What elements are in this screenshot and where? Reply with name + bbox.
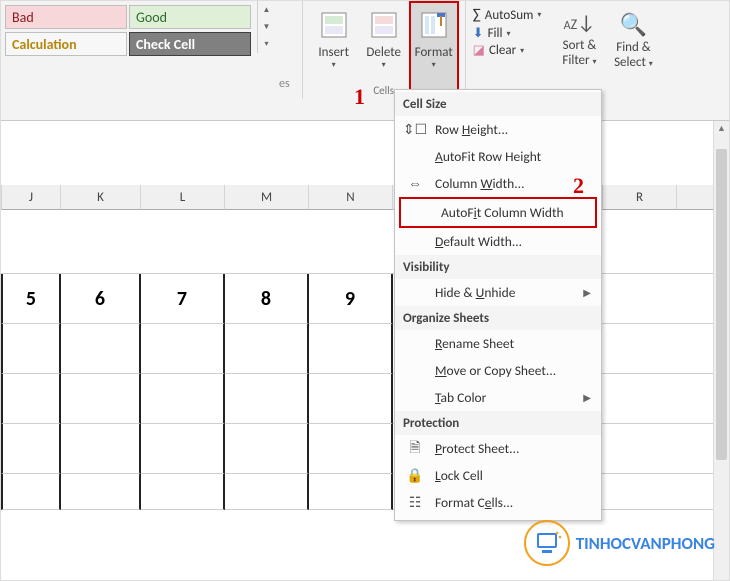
- style-calculation[interactable]: Calculation: [5, 32, 127, 56]
- cells-group: Insert ▾ Delete ▾ Format ▾ Cells: [302, 1, 466, 99]
- scrollbar-thumb[interactable]: [716, 149, 727, 460]
- protect-sheet-icon: 🗎: [405, 441, 425, 457]
- chevron-down-icon: ▼: [263, 22, 271, 32]
- menu-autofit-row-height[interactable]: AutoFit Row Height: [395, 143, 601, 170]
- col-header-R[interactable]: R: [603, 185, 677, 210]
- annotation-1: 1: [354, 84, 365, 110]
- menu-header-visibility: Visibility: [395, 255, 601, 279]
- empty-row[interactable]: [1, 374, 729, 424]
- ribbon-area: Bad Good Calculation Check Cell ▲ ▼ ▾ es…: [1, 1, 729, 121]
- cell[interactable]: 6: [61, 274, 141, 324]
- menu-move-copy-sheet[interactable]: Move or Copy Sheet...: [395, 357, 601, 384]
- vertical-scrollbar[interactable]: ▲: [713, 121, 729, 580]
- column-headers[interactable]: J K L M N R: [1, 185, 729, 210]
- cell[interactable]: 8: [225, 274, 309, 324]
- format-dropdown-menu: Cell Size ⇕☐ Row Height... AutoFit Row H…: [394, 89, 602, 521]
- chevron-right-icon: ▶: [583, 391, 591, 404]
- insert-cells-icon: [316, 7, 352, 43]
- data-row-values[interactable]: 5 6 7 8 9: [1, 274, 729, 324]
- fill-down-icon: ⬇: [473, 26, 484, 41]
- more-icon: ▾: [264, 39, 268, 49]
- clear-eraser-icon: ◪: [473, 43, 485, 58]
- watermark-icon: [524, 520, 570, 566]
- menu-default-width[interactable]: Default Width...: [395, 228, 601, 255]
- empty-row[interactable]: [1, 474, 729, 510]
- chevron-down-icon: ▾: [359, 60, 409, 70]
- menu-hide-unhide[interactable]: Hide & Unhide ▶: [395, 279, 601, 306]
- styles-group-label: es: [275, 1, 290, 91]
- clear-button[interactable]: ◪ Clear ▾: [470, 42, 545, 59]
- menu-tab-color[interactable]: Tab Color ▶: [395, 384, 601, 411]
- cell[interactable]: 9: [309, 274, 393, 324]
- chevron-down-icon: ▾: [507, 29, 511, 39]
- chevron-right-icon: ▶: [583, 286, 591, 299]
- find-select-button[interactable]: 🔍 Find & Select ▾: [606, 5, 660, 70]
- col-header-N[interactable]: N: [309, 185, 393, 210]
- menu-row-height[interactable]: ⇕☐ Row Height...: [395, 116, 601, 143]
- chevron-up-icon: ▲: [263, 5, 271, 15]
- chevron-down-icon: ▾: [537, 10, 541, 20]
- col-header-blank[interactable]: [677, 185, 717, 210]
- menu-format-cells[interactable]: ☷ Format Cells...: [395, 489, 601, 516]
- format-cells-icon: [416, 7, 452, 43]
- cell[interactable]: 5: [1, 274, 61, 324]
- cells-group-label: Cells: [373, 84, 394, 97]
- menu-header-cell-size: Cell Size: [395, 92, 601, 116]
- chevron-down-icon: ▾: [309, 60, 359, 70]
- editing-group: ∑ AutoSum ▾ ⬇ Fill ▾ ◪ Clear ▾ AZ↓ Sort …: [466, 1, 665, 74]
- sort-filter-icon: AZ↓: [552, 7, 606, 38]
- magnifier-icon: 🔍: [606, 7, 660, 40]
- style-bad[interactable]: Bad: [5, 5, 127, 29]
- annotation-2: 2: [573, 173, 584, 199]
- menu-protect-sheet[interactable]: 🗎 Protect Sheet...: [395, 435, 601, 462]
- delete-cells-icon: [366, 7, 402, 43]
- autosum-icon: ∑: [473, 6, 481, 24]
- column-width-icon: ⇔: [405, 176, 425, 192]
- watermark-logo: TINHOCVANPHONG: [524, 520, 715, 566]
- style-check-cell[interactable]: Check Cell: [129, 32, 251, 56]
- menu-header-organize: Organize Sheets: [395, 306, 601, 330]
- lock-icon: 🔒: [405, 468, 425, 484]
- col-header-K[interactable]: K: [61, 185, 141, 210]
- menu-header-protection: Protection: [395, 411, 601, 435]
- fill-button[interactable]: ⬇ Fill ▾: [470, 25, 545, 42]
- menu-autofit-column-width[interactable]: AutoFit Column Width: [399, 197, 597, 228]
- format-button[interactable]: Format ▾: [409, 1, 459, 99]
- chevron-down-icon: ▾: [520, 46, 524, 56]
- styles-expand-button[interactable]: ▲ ▼ ▾: [257, 1, 275, 53]
- scroll-up-icon[interactable]: ▲: [714, 121, 729, 137]
- cell-styles-gallery[interactable]: Bad Good Calculation Check Cell ▲ ▼ ▾: [1, 1, 275, 60]
- col-header-J[interactable]: J: [1, 185, 61, 210]
- menu-rename-sheet[interactable]: Rename Sheet: [395, 330, 601, 357]
- menu-column-width[interactable]: ⇔ Column Width...: [395, 170, 601, 197]
- col-header-M[interactable]: M: [225, 185, 309, 210]
- menu-lock-cell[interactable]: 🔒 Lock Cell: [395, 462, 601, 489]
- insert-button[interactable]: Insert ▾: [309, 3, 359, 99]
- autosum-button[interactable]: ∑ AutoSum ▾: [470, 5, 545, 25]
- sort-filter-button[interactable]: AZ↓ Sort & Filter ▾: [552, 5, 606, 68]
- col-header-L[interactable]: L: [141, 185, 225, 210]
- empty-row[interactable]: [1, 324, 729, 374]
- row-height-icon: ⇕☐: [405, 122, 425, 138]
- style-good[interactable]: Good: [129, 5, 251, 29]
- format-cells-icon: ☷: [405, 495, 425, 511]
- cell[interactable]: 7: [141, 274, 225, 324]
- empty-row[interactable]: [1, 424, 729, 474]
- worksheet-grid[interactable]: J K L M N R 5 6 7 8 9: [1, 121, 729, 580]
- chevron-down-icon: ▾: [411, 60, 457, 70]
